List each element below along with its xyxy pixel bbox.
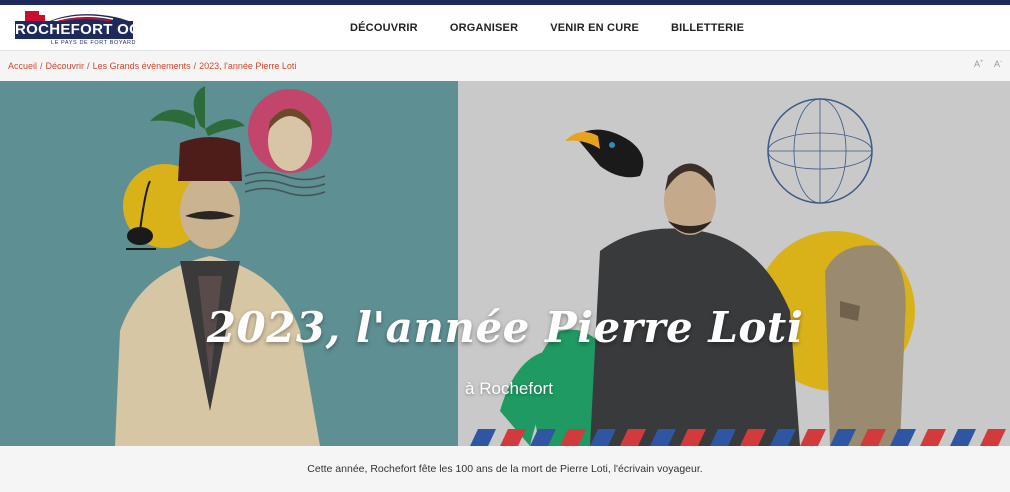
breadcrumb-separator: / [40, 61, 43, 71]
breadcrumb-bar: Accueil / Découvrir / Les Grands évènements /… [0, 51, 1010, 81]
nav-decouvrir[interactable]: DÉCOUVRIR [350, 22, 418, 34]
breadcrumb-decouvrir[interactable]: Découvrir [46, 61, 85, 71]
breadcrumb-separator: / [87, 61, 90, 71]
font-size-controls: A+ A- [966, 59, 1002, 69]
site-logo[interactable]: ROCHEFORT OCÉAN LE PAYS DE FORT BOYARD [15, 9, 137, 49]
breadcrumb-current[interactable]: 2023, l'année Pierre Loti [199, 61, 296, 71]
nav-venir-en-cure[interactable]: VENIR EN CURE [550, 22, 639, 34]
logo-tagline: LE PAYS DE FORT BOYARD [51, 40, 137, 46]
site-header: ROCHEFORT OCÉAN LE PAYS DE FORT BOYARD D… [0, 5, 1010, 51]
font-increase-button[interactable]: A+ [970, 59, 984, 69]
hero-banner: 2023, l'année Pierre Loti à Rochefort [0, 81, 1010, 446]
breadcrumb: Accueil / Découvrir / Les Grands évènements /… [8, 61, 296, 71]
hero-subtitle: à Rochefort [465, 379, 553, 398]
main-nav: DÉCOUVRIR ORGANISER VENIR EN CURE BILLET… [350, 5, 776, 51]
breadcrumb-separator: / [193, 61, 197, 71]
hero-title: 2023, l'année Pierre Loti [206, 303, 804, 352]
intro-text: Cette année, Rochefort fête les 100 ans … [0, 446, 1010, 492]
nav-billetterie[interactable]: BILLETTERIE [671, 22, 744, 34]
logo-name: ROCHEFORT OCÉAN [15, 21, 133, 39]
nav-organiser[interactable]: ORGANISER [450, 22, 518, 34]
breadcrumb-grands-evenements[interactable]: Les Grands évènements [93, 61, 191, 71]
breadcrumb-accueil[interactable]: Accueil [8, 61, 37, 71]
font-decrease-button[interactable]: A- [990, 59, 1002, 69]
